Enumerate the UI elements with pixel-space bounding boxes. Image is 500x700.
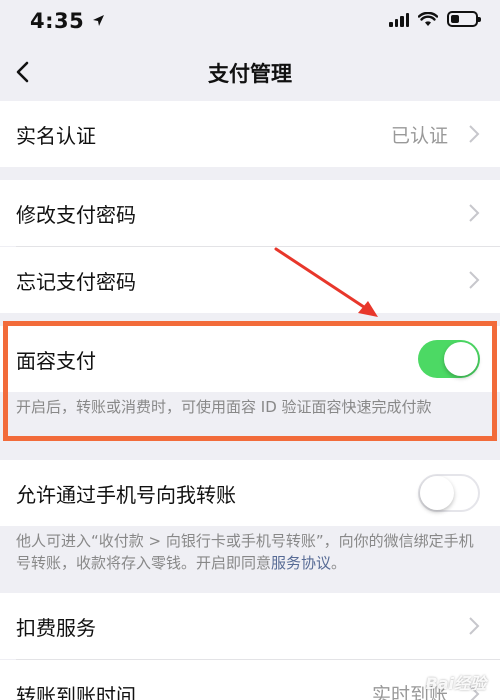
forgot-password-label: 忘记支付密码 [16,269,136,294]
wifi-icon [418,11,438,26]
deduction-service-label: 扣费服务 [16,615,96,640]
location-arrow-icon [93,15,104,26]
watermark-logo: Bai经验 [425,674,486,693]
face-pay-label: 面容支付 [16,348,96,373]
toggle-knob [444,342,478,376]
face-pay-toggle[interactable] [418,340,480,378]
phone-transfer-label: 允许通过手机号向我转账 [16,482,236,507]
change-password-row[interactable]: 修改支付密码 [0,180,500,246]
real-name-label: 实名认证 [16,123,96,148]
battery-icon [447,11,481,27]
face-pay-row: 面容支付 [0,326,500,392]
chevron-right-icon [469,125,480,143]
nav-bar: 支付管理 [0,44,500,100]
status-bar: 4:35 [0,0,500,44]
phone-transfer-toggle[interactable] [418,474,480,512]
chevron-right-icon [469,204,480,222]
change-password-label: 修改支付密码 [16,202,136,227]
toggle-knob [420,476,454,510]
status-indicators [389,11,481,27]
cellular-signal-icon [389,12,409,27]
page-title: 支付管理 [208,62,292,86]
chevron-right-icon [469,617,480,635]
arrival-time-label: 转账到账时间 [16,684,136,700]
deduction-service-row[interactable]: 扣费服务 [0,593,500,659]
real-name-row[interactable]: 实名认证 已认证 [0,101,500,167]
phone-transfer-row: 允许通过手机号向我转账 [0,460,500,526]
status-time: 4:35 [30,9,85,33]
face-pay-note: 开启后，转账或消费时，可使用面容 ID 验证面容快速完成付款 [0,396,500,446]
chevron-right-icon [469,271,480,289]
real-name-status: 已认证 [390,124,448,147]
phone-transfer-note-text: 他人可进入“收付款 > 向银行卡或手机号转账”，向你的微信绑定手机号转账，收款将… [16,532,474,572]
service-agreement-link[interactable]: 服务协议 [271,554,331,572]
phone-transfer-note-end: 。 [331,554,347,572]
phone-transfer-note: 他人可进入“收付款 > 向银行卡或手机号转账”，向你的微信绑定手机号转账，收款将… [0,530,500,584]
forgot-password-row[interactable]: 忘记支付密码 [0,247,500,313]
